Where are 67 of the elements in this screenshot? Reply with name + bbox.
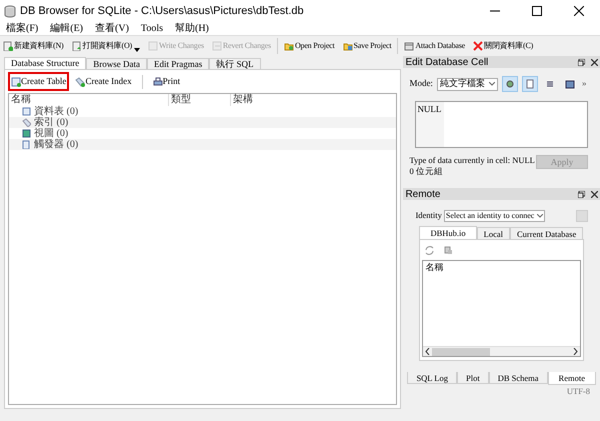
tab[interactable]: 執行 SQL: [209, 58, 260, 69]
scrollbar-thumb[interactable]: [432, 348, 490, 356]
tab[interactable]: Plot: [457, 372, 489, 384]
scroll-left-icon[interactable]: [425, 348, 430, 355]
tab[interactable]: SQL Log: [407, 372, 457, 384]
panel-title: Remote: [405, 188, 440, 202]
menu-item[interactable]: 檔案(F): [6, 21, 38, 36]
float-icon[interactable]: [578, 58, 585, 66]
toolbar-button[interactable]: Save Project: [342, 40, 392, 52]
more-button[interactable]: »: [582, 77, 586, 91]
scroll-right-icon[interactable]: [573, 348, 578, 355]
cell-value: NULL: [417, 104, 442, 114]
identity-label: Identity: [415, 209, 442, 222]
tab[interactable]: Edit Pragmas: [146, 58, 210, 69]
toolbar-button[interactable]: 關閉資料庫(C): [473, 40, 534, 52]
folder-icon: [342, 41, 353, 51]
cell-editor[interactable]: NULL: [415, 101, 588, 148]
panel-title: Edit Database Cell: [405, 56, 488, 70]
encoding-status: UTF-8: [566, 385, 590, 398]
tab[interactable]: DBHub.io: [419, 226, 477, 239]
caret-icon: [488, 82, 495, 86]
tab[interactable]: Current Database: [510, 227, 584, 239]
document-icon: [524, 79, 535, 89]
toolbar-button[interactable]: Print: [150, 72, 184, 91]
table-icon: [22, 107, 31, 116]
mode-button[interactable]: [502, 76, 518, 92]
tab[interactable]: Local: [476, 227, 510, 239]
tab[interactable]: Browse Data: [86, 58, 147, 69]
close-icon[interactable]: [591, 58, 598, 66]
menu-item[interactable]: 編輯(E): [50, 21, 84, 36]
window-title: DB Browser for SQLite - C:\Users\asus\Pictures\dbTest.db: [20, 4, 304, 19]
table-icon: [11, 76, 21, 86]
tab[interactable]: DB Schema: [488, 372, 548, 384]
refresh-icon[interactable]: [425, 246, 434, 254]
list-icon: [544, 79, 555, 89]
column-header: 名稱: [424, 261, 444, 274]
document-icon: [3, 41, 13, 51]
type-info: Type of data currently in cell: NULL: [409, 155, 535, 166]
column-header: 架構: [232, 94, 254, 106]
menu-item[interactable]: Tools: [140, 21, 163, 36]
toolbar-button[interactable]: Open Project: [284, 40, 335, 52]
float-icon[interactable]: [578, 190, 585, 198]
maximize-icon[interactable]: [532, 6, 542, 16]
identity-select[interactable]: Select an identity to connec: [444, 210, 546, 222]
menu-item[interactable]: 查看(V): [95, 21, 129, 36]
toolbar-button[interactable]: 新建資料庫(N): [3, 40, 64, 52]
menu-item[interactable]: 幫助(H): [175, 21, 209, 36]
mode-select[interactable]: 純文字檔案: [436, 78, 498, 90]
toolbar-button[interactable]: 打開資料庫(O): [72, 40, 132, 52]
tag-icon: [75, 76, 86, 86]
caret-icon[interactable]: [134, 48, 140, 52]
tab[interactable]: Database Structure: [4, 57, 86, 69]
tree-item[interactable]: 觸發器 (0): [34, 137, 78, 152]
size-info: 0 位元組: [409, 166, 444, 177]
printer-icon: [152, 76, 163, 86]
mode-label: Mode:: [409, 77, 433, 90]
tab[interactable]: Remote: [548, 372, 596, 385]
clone-icon[interactable]: [444, 246, 454, 254]
folder-icon: [284, 41, 294, 51]
toolbar-button[interactable]: Create Table: [8, 72, 70, 91]
toolbar-button[interactable]: Attach Database: [404, 40, 466, 52]
close-icon[interactable]: [591, 190, 598, 198]
close-icon: [473, 41, 484, 51]
document-icon: [72, 41, 82, 51]
toolbar-button[interactable]: Create Index: [72, 72, 135, 91]
close-icon[interactable]: [574, 6, 584, 16]
caret-icon: [537, 214, 544, 218]
